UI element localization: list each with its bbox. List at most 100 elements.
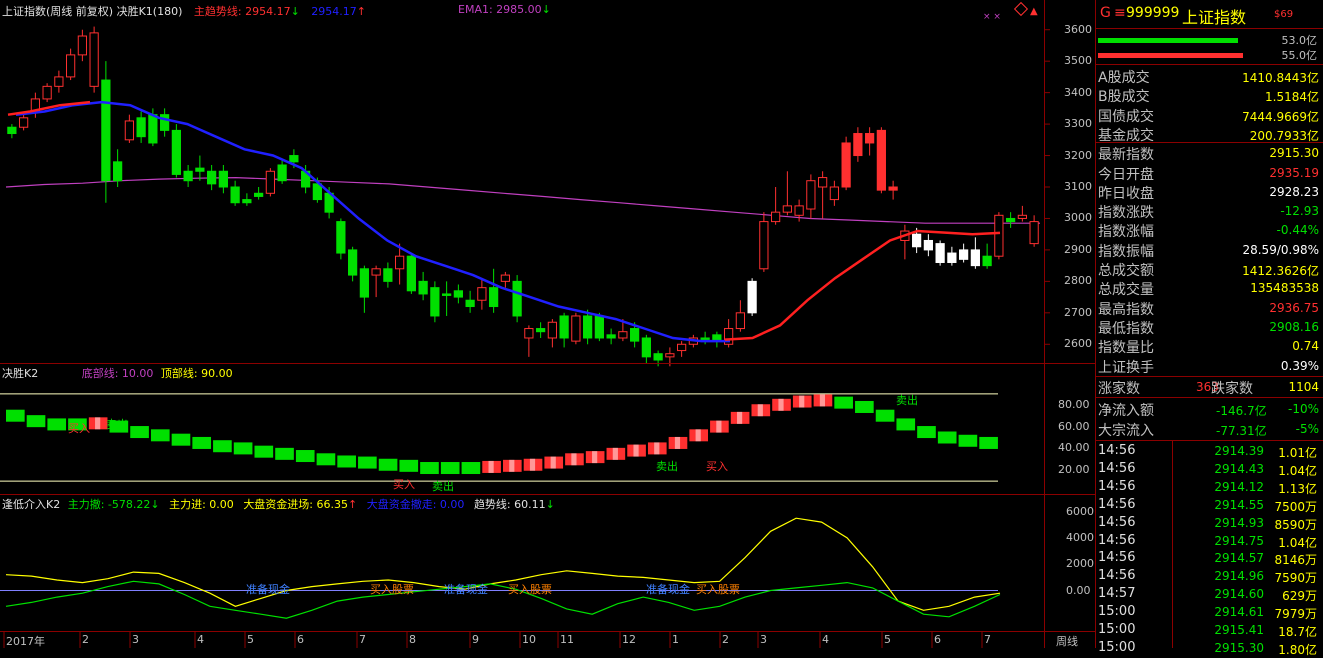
tick-row[interactable]: 14:56 2914.12 1.13亿: [1096, 479, 1323, 497]
candle-body: [89, 32, 99, 87]
stat-value: -0.44%: [1276, 223, 1319, 237]
bar1-value: 53.0亿: [1281, 34, 1318, 47]
x-tick: 2017年: [6, 635, 45, 648]
k2-bar-down: [192, 436, 212, 449]
k2-annotation: 买入: [393, 478, 415, 491]
period-label[interactable]: 周线: [1056, 633, 1078, 649]
k2-bar-down: [896, 418, 916, 431]
stat-row: 最低指数 2908.16: [1096, 318, 1323, 337]
candle-body: [477, 287, 487, 301]
candle-body: [982, 255, 992, 267]
candlesticks: [7, 26, 1039, 367]
candle-body: [101, 79, 111, 182]
main-y-tick: 3100: [1064, 180, 1092, 193]
flow-percent: -10%: [1287, 402, 1319, 416]
candle-body: [66, 54, 76, 78]
stat-label: 指数涨幅: [1098, 224, 1154, 240]
stat-value: 2908.16: [1269, 320, 1319, 334]
candle: [453, 284, 463, 304]
candle: [923, 234, 933, 257]
candle: [442, 281, 452, 316]
tick-row[interactable]: 14:57 2914.60 629万: [1096, 586, 1323, 604]
k2-bar-stripe: [737, 411, 743, 424]
candle-body: [888, 186, 898, 191]
candle: [700, 331, 710, 345]
stat-value: 0.39%: [1280, 359, 1319, 373]
main-y-tick: 2700: [1064, 306, 1092, 319]
zhang-label: 涨家数: [1098, 381, 1140, 397]
k3-trend-arrow: ↓: [545, 498, 555, 511]
candle-body: [265, 170, 275, 194]
k2-bar-down: [47, 418, 67, 431]
candle-body: [818, 177, 828, 188]
k3-trend: 趋势线: 60.11: [473, 498, 546, 511]
main-y-tick: 2800: [1064, 274, 1092, 287]
candle-body: [230, 186, 240, 204]
tick-row[interactable]: 14:56 2914.75 1.04亿: [1096, 533, 1323, 551]
stat-row: 指数涨跌 -12.93: [1096, 202, 1323, 221]
tick-volume: 8590万: [1274, 518, 1317, 532]
ema-label: EMA1: 2985.00: [458, 3, 542, 16]
tick-row[interactable]: 15:00 2915.30 1.80亿: [1096, 640, 1323, 658]
k3-y-tick: 4000: [1066, 531, 1094, 544]
tick-price: 2914.55: [1214, 498, 1264, 512]
main-y-tick: 3000: [1064, 211, 1092, 224]
candle-body: [970, 249, 980, 267]
k3-dapan-che: 大盘资金撤走: 0.00: [366, 498, 465, 511]
tick-row[interactable]: 14:56 2914.43 1.04亿: [1096, 461, 1323, 479]
up-triangle-icon[interactable]: ▲: [1030, 6, 1038, 17]
tick-row[interactable]: 14:56 2914.96 7590万: [1096, 568, 1323, 586]
k2-bar-down: [958, 434, 978, 447]
candle: [853, 127, 863, 162]
tick-row[interactable]: 14:56 2914.57 8146万: [1096, 550, 1323, 568]
tick-row[interactable]: 14:56 2914.55 7500万: [1096, 497, 1323, 515]
menu-icon[interactable]: ≡: [1114, 5, 1126, 21]
x-tick: 10: [522, 633, 536, 646]
stat-label: 指数涨跌: [1098, 205, 1154, 221]
g-icon[interactable]: G: [1100, 5, 1111, 21]
candle: [806, 174, 816, 219]
tick-row[interactable]: 15:00 2915.41 18.7亿: [1096, 622, 1323, 640]
stat-label: 最低指数: [1098, 321, 1154, 337]
candle-body: [583, 315, 593, 339]
candle: [876, 127, 886, 194]
tick-volume: 629万: [1282, 589, 1317, 603]
k2-bar-stripe: [612, 447, 618, 460]
candle: [982, 243, 992, 269]
tick-row[interactable]: 15:00 2914.61 7979万: [1096, 604, 1323, 622]
tick-time: 15:00: [1098, 604, 1136, 619]
stat-row: 指数振幅 28.59/0.98%: [1096, 241, 1323, 260]
stat-label: B股成交: [1098, 89, 1150, 105]
x-tick: 5: [247, 633, 254, 646]
k2-bar-down: [130, 426, 149, 439]
tick-row[interactable]: 14:56 2914.93 8590万: [1096, 515, 1323, 533]
k3-annotation: 买入股票: [696, 583, 740, 596]
candle-body: [113, 161, 123, 182]
chart-canvas[interactable]: [0, 0, 1096, 648]
stat-row: 基金成交 200.7933亿: [1096, 125, 1323, 144]
k2-bar-down: [834, 396, 853, 409]
k3-zhuli-jin: 主力进: 0.00: [169, 498, 234, 511]
k2-y-tick: 40.00: [1058, 441, 1090, 454]
candle-body: [794, 205, 804, 216]
candle-body: [512, 280, 522, 317]
main-y-tick: 2900: [1064, 243, 1092, 256]
candle: [724, 319, 734, 348]
x-tick: 3: [132, 633, 139, 646]
stat-label: 今日开盘: [1098, 167, 1154, 183]
candle: [583, 309, 593, 345]
tick-time: 14:56: [1098, 568, 1136, 583]
cross-marker-icon: × ×: [983, 12, 1001, 22]
candle-body: [677, 343, 687, 352]
k3-green-line: [5, 580, 1001, 619]
candle: [841, 136, 851, 191]
candle-body: [1017, 214, 1027, 219]
candle-body: [54, 76, 64, 87]
candle: [536, 322, 546, 338]
candle-body: [747, 280, 757, 314]
tick-row[interactable]: 14:56 2914.39 1.01亿: [1096, 443, 1323, 461]
candle: [500, 271, 510, 288]
candle: [818, 171, 828, 219]
candle-body: [312, 183, 322, 201]
k3-yellow-line: [5, 517, 1001, 611]
